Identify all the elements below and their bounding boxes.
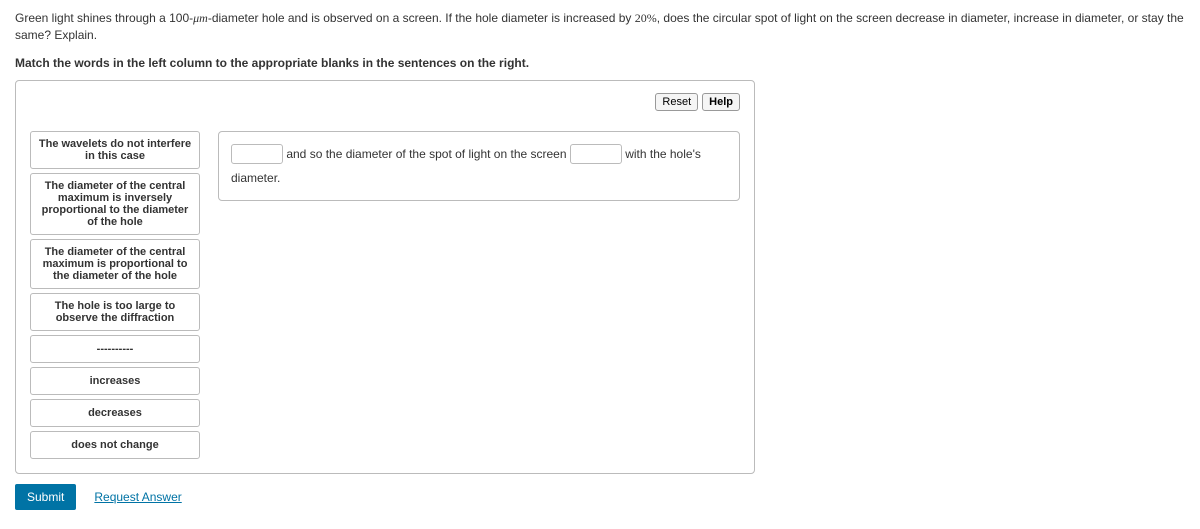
option-item[interactable]: The diameter of the central maximum is i…	[30, 173, 200, 235]
top-buttons: Reset Help	[30, 93, 740, 111]
workspace: The wavelets do not interfere in this ca…	[30, 131, 740, 459]
matching-panel: Reset Help The wavelets do not interfere…	[15, 80, 755, 474]
answer-sentence-box: and so the diameter of the spot of light…	[218, 131, 740, 201]
bottom-row: Submit Request Answer	[15, 484, 1185, 510]
option-item[interactable]: decreases	[30, 399, 200, 427]
drop-slot-2[interactable]	[570, 144, 622, 164]
option-item[interactable]: The wavelets do not interfere in this ca…	[30, 131, 200, 169]
q-mid: -diameter hole and is observed on a scre…	[208, 11, 635, 25]
help-button[interactable]: Help	[702, 93, 740, 111]
drop-slot-1[interactable]	[231, 144, 283, 164]
instruction-text: Match the words in the left column to th…	[15, 56, 1185, 70]
option-item[interactable]: The diameter of the central maximum is p…	[30, 239, 200, 289]
request-answer-link[interactable]: Request Answer	[94, 490, 181, 504]
question-text: Green light shines through a 100-μm-diam…	[15, 10, 1185, 44]
option-item[interactable]: increases	[30, 367, 200, 395]
q-unit: μm	[193, 11, 208, 25]
reset-button[interactable]: Reset	[655, 93, 698, 111]
option-item[interactable]: does not change	[30, 431, 200, 459]
option-item[interactable]: The hole is too large to observe the dif…	[30, 293, 200, 331]
option-item[interactable]: ----------	[30, 335, 200, 363]
submit-button[interactable]: Submit	[15, 484, 76, 510]
q-pct: 20%	[635, 11, 657, 25]
sentence-part1: and so the diameter of the spot of light…	[283, 147, 570, 161]
options-column: The wavelets do not interfere in this ca…	[30, 131, 200, 459]
q-pre: Green light shines through a 100-	[15, 11, 193, 25]
